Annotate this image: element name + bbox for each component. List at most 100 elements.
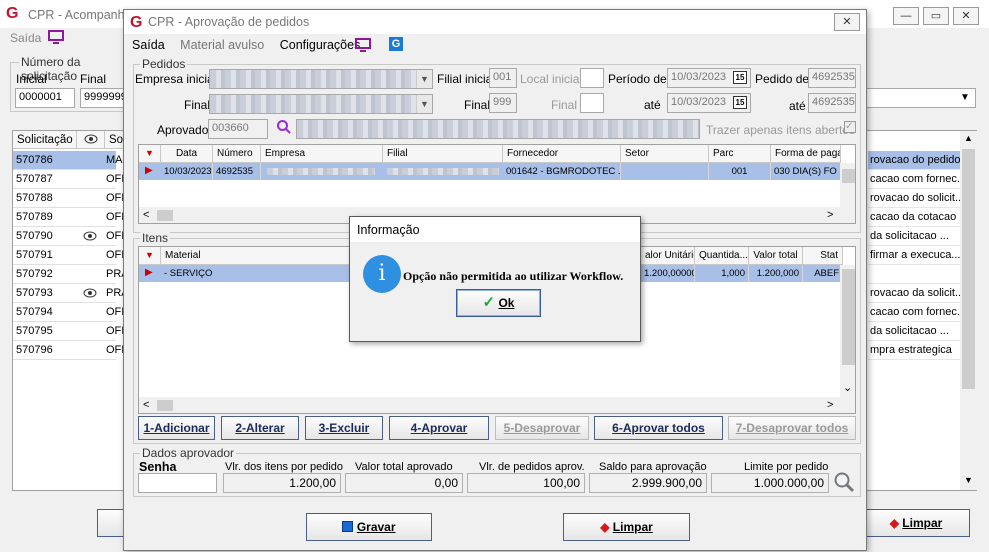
- table-row[interactable]: 570795 OFI: [13, 322, 124, 341]
- table-row[interactable]: 570793 PRA: [13, 284, 129, 303]
- bg-list-scrollbar[interactable]: ▲ ▼: [960, 131, 977, 490]
- desaprovar-todos-button[interactable]: 7-Desaprovar todos: [728, 416, 856, 440]
- pedidos-hscroll-thumb[interactable]: [157, 210, 173, 221]
- col-eye[interactable]: [77, 131, 105, 149]
- bg-menu-saida[interactable]: Saída: [10, 31, 41, 45]
- maximize-button[interactable]: ▭: [923, 7, 949, 25]
- pedido-ate-input[interactable]: 4692535: [808, 93, 856, 113]
- table-row[interactable]: 570794 OFI: [13, 303, 124, 322]
- table-row[interactable]: 570788 OFI: [13, 189, 124, 208]
- dialog-close-button[interactable]: ✕: [834, 13, 860, 31]
- scroll-right-icon[interactable]: >: [827, 209, 833, 221]
- menu-configuracoes[interactable]: Configurações: [280, 38, 361, 52]
- pedidos-col-empresa[interactable]: Empresa: [261, 145, 383, 163]
- table-row[interactable]: 570796 OFI: [13, 341, 124, 360]
- table-row[interactable]: 570791 OFI: [13, 246, 124, 265]
- desaprovar-button[interactable]: 5-Desaprovar: [495, 416, 589, 440]
- itens-col-total[interactable]: Valor total: [749, 247, 803, 265]
- empresa-final-combo[interactable]: [209, 94, 433, 114]
- itens-vscroll[interactable]: ⌄: [840, 265, 855, 397]
- local-final-input[interactable]: [580, 93, 604, 113]
- item-qtd: 1,000: [695, 265, 749, 282]
- dialog-monitor-icon[interactable]: [355, 38, 371, 52]
- menu-saida[interactable]: Saída: [132, 38, 165, 52]
- menu-material-avulso[interactable]: Material avulso: [180, 38, 264, 52]
- item-total: 1.200,000: [749, 265, 803, 282]
- search-icon[interactable]: [276, 119, 292, 135]
- calendar-icon[interactable]: 15: [733, 71, 747, 84]
- app-logo-icon: G: [6, 5, 19, 22]
- chevron-down-icon[interactable]: ▼: [960, 92, 970, 103]
- empresa-final-dropdown[interactable]: ▼: [416, 95, 432, 113]
- aprovador-nome-input[interactable]: [296, 119, 700, 139]
- ok-button[interactable]: ✓ Ok: [456, 289, 541, 317]
- limpar-button[interactable]: ◆ Limpar: [563, 513, 690, 541]
- bg-limpar-button[interactable]: ◆ Limpar: [862, 509, 970, 537]
- scroll-thumb[interactable]: [962, 149, 975, 389]
- bg-inicial-input[interactable]: 0000001: [15, 88, 75, 108]
- pedidos-vscroll[interactable]: [840, 163, 855, 207]
- scroll-down-icon[interactable]: ▼: [964, 475, 973, 485]
- pedidos-vscroll-thumb[interactable]: [842, 169, 855, 183]
- local-inicial-input[interactable]: [580, 68, 604, 88]
- filial-final-input[interactable]: 999: [489, 93, 517, 113]
- itens-col-status[interactable]: Stat: [803, 247, 843, 265]
- pedidos-col-forma[interactable]: Forma de paga: [771, 145, 841, 163]
- eraser-icon: ◆: [889, 516, 899, 530]
- empresa-inicial-combo[interactable]: [209, 69, 433, 89]
- pedidos-col-setor[interactable]: Setor: [621, 145, 709, 163]
- eye-icon[interactable]: [83, 288, 97, 298]
- pedidos-col-numero[interactable]: Número: [213, 145, 261, 163]
- pedidos-col-filial[interactable]: Filial: [383, 145, 503, 163]
- g-badge-icon[interactable]: G: [389, 37, 403, 51]
- item-valor-unit: 1.200,000000: [641, 265, 695, 282]
- close-button[interactable]: ✕: [953, 7, 979, 25]
- trazer-itens-checkbox[interactable]: ✓: [844, 121, 856, 133]
- empresa-inicial-dropdown[interactable]: ▼: [416, 70, 432, 88]
- scroll-up-icon[interactable]: ▲: [964, 133, 973, 143]
- itens-vscroll-thumb[interactable]: [842, 269, 855, 365]
- scroll-down-icon[interactable]: ⌄: [843, 381, 852, 394]
- adicionar-button[interactable]: 1-Adicionar: [138, 416, 215, 440]
- scroll-left-icon[interactable]: <: [143, 209, 149, 221]
- excluir-button[interactable]: 3-Excluir: [305, 416, 383, 440]
- pedido-de-input[interactable]: 4692535: [808, 68, 856, 88]
- table-row[interactable]: 570786 MAI: [13, 151, 126, 170]
- row-code: OFI: [106, 192, 125, 204]
- pedidos-col-fornecedor[interactable]: Fornecedor: [503, 145, 621, 163]
- row-code: OFI: [106, 344, 125, 356]
- filial-inicial-label: Filial inicial: [437, 72, 496, 86]
- table-row[interactable]: 570792 PRA: [13, 265, 129, 284]
- gravar-button[interactable]: Gravar: [306, 513, 432, 541]
- senha-input[interactable]: [138, 473, 217, 493]
- calendar-icon[interactable]: 15: [733, 96, 747, 109]
- eye-icon[interactable]: [83, 231, 97, 241]
- pedidos-col-data[interactable]: Data: [161, 145, 213, 163]
- scroll-right-icon[interactable]: >: [827, 399, 833, 411]
- row-right-text: cacao com fornec...: [868, 170, 962, 189]
- row-right-text: cacao com fornec...: [868, 303, 962, 322]
- pedidos-grid[interactable]: ▼ Data Número Empresa Filial Fornecedor …: [138, 144, 856, 224]
- table-row[interactable]: 570790 OFI: [13, 227, 124, 246]
- pedido-row[interactable]: ▶ 10/03/2023 4692535 001642 - BGMRODOTEC…: [139, 163, 841, 180]
- itens-hscroll-thumb[interactable]: [157, 400, 173, 411]
- minimize-button[interactable]: —: [893, 7, 919, 25]
- scroll-left-icon[interactable]: <: [143, 399, 149, 411]
- filial-inicial-input[interactable]: 001: [489, 68, 517, 88]
- itens-col-qtd[interactable]: Quantida...: [695, 247, 749, 265]
- itens-hscroll[interactable]: < >: [139, 397, 855, 413]
- bg-final-input[interactable]: 9999999: [80, 88, 124, 108]
- monitor-icon[interactable]: [48, 30, 64, 44]
- col-soli[interactable]: Soli: [105, 131, 125, 149]
- aprovador-input[interactable]: 003660: [208, 119, 268, 139]
- magnifier-icon[interactable]: [833, 471, 855, 493]
- pedido-ate-label: até: [789, 99, 806, 113]
- aprovar-todos-button[interactable]: 6-Aprovar todos: [594, 416, 723, 440]
- table-row[interactable]: 570789 OFI: [13, 208, 124, 227]
- aprovar-button[interactable]: 4-Aprovar: [389, 416, 489, 440]
- col-solicitacao[interactable]: Solicitação: [13, 131, 77, 149]
- pedidos-col-parc[interactable]: Parc: [709, 145, 771, 163]
- alterar-button[interactable]: 2-Alterar: [221, 416, 299, 440]
- itens-col-valor-unit[interactable]: alor Unitário: [641, 247, 695, 265]
- table-row[interactable]: 570787 OFI: [13, 170, 124, 189]
